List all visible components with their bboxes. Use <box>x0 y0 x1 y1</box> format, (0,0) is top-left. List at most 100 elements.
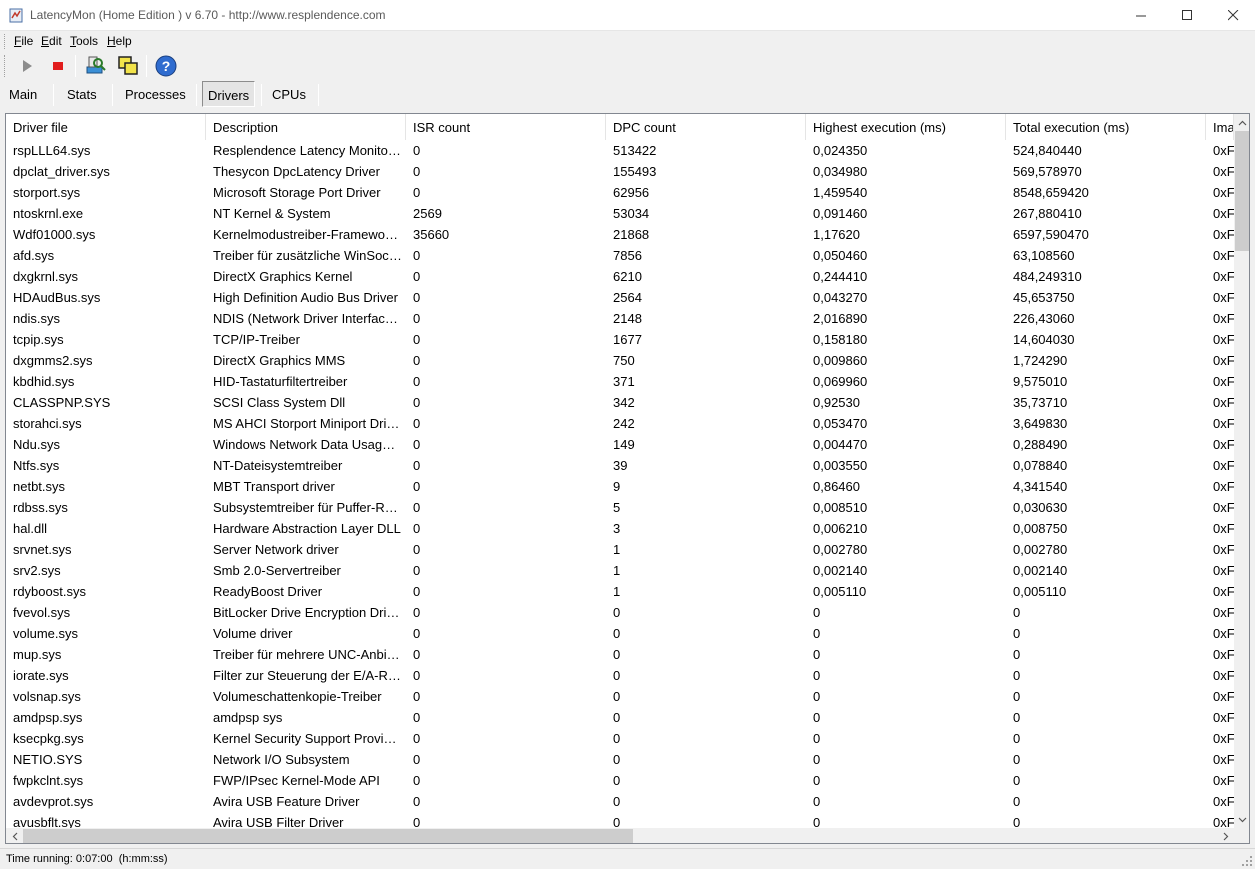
table-row[interactable]: hal.dll Hardware Abstraction Layer DLL 0 3 0… <box>6 518 1234 539</box>
table-row[interactable]: dxgmms2.sys DirectX Graphics MMS 0 750 0,009… <box>6 350 1234 371</box>
help-button[interactable]: ? <box>154 54 178 78</box>
vertical-scrollbar[interactable] <box>1234 114 1249 828</box>
column-header-isr-count[interactable]: ISR count <box>406 114 606 140</box>
dpc-count-cell: 6210 <box>613 269 642 284</box>
driver-file-cell: rdyboost.sys <box>13 584 86 599</box>
table-row[interactable]: ntoskrnl.exe NT Kernel & System 2569 53034 0… <box>6 203 1234 224</box>
driver-file-cell: dpclat_driver.sys <box>13 164 110 179</box>
menu-tools[interactable]: Tools <box>70 34 98 48</box>
description-cell: FWP/IPsec Kernel-Mode API <box>213 773 380 788</box>
scroll-down-button[interactable] <box>1234 811 1249 828</box>
menu-file[interactable]: File <box>14 34 33 48</box>
highest-execution-cell: 0 <box>813 773 821 788</box>
horizontal-scroll-thumb[interactable] <box>23 829 633 843</box>
close-button[interactable] <box>1210 0 1255 31</box>
maximize-button[interactable] <box>1164 0 1210 31</box>
tab-separator <box>261 84 262 106</box>
image-base-cell: 0xF <box>1213 710 1234 725</box>
description-cell: NT-Dateisystemtreiber <box>213 458 343 473</box>
total-execution-cell: 0 <box>1013 710 1021 725</box>
table-row[interactable]: iorate.sys Filter zur Steuerung der E/A-R… <box>6 665 1234 686</box>
table-row[interactable]: afd.sys Treiber für zusätzliche WinSock-F… <box>6 245 1234 266</box>
isr-count-cell: 2569 <box>413 206 442 221</box>
table-row[interactable]: NETIO.SYS Network I/O Subsystem 0 0 0 0 0xF <box>6 749 1234 770</box>
table-row[interactable]: srvnet.sys Server Network driver 0 1 0,00278… <box>6 539 1234 560</box>
total-execution-cell: 35,73710 <box>1013 395 1068 410</box>
tab-processes[interactable]: Processes <box>125 81 186 107</box>
highest-execution-cell: 0,005110 <box>813 584 867 599</box>
tab-main[interactable]: Main <box>9 81 37 107</box>
highest-execution-cell: 0,004470 <box>813 437 868 452</box>
image-base-cell: 0xF <box>1213 437 1234 452</box>
horizontal-scrollbar[interactable] <box>6 828 1234 843</box>
table-row[interactable]: avdevprot.sys Avira USB Feature Driver 0 0 0… <box>6 791 1234 812</box>
table-row[interactable]: tcpip.sys TCP/IP-Treiber 0 1677 0,158180 14,6… <box>6 329 1234 350</box>
highest-execution-cell: 0 <box>813 731 821 746</box>
total-execution-cell: 0,078840 <box>1013 458 1068 473</box>
minimize-button[interactable] <box>1118 0 1164 31</box>
tab-stats[interactable]: Stats <box>67 81 97 107</box>
column-header-highest-execution[interactable]: Highest execution (ms) <box>806 114 1006 140</box>
table-row[interactable]: volsnap.sys Volumeschattenkopie-Treiber 0 0… <box>6 686 1234 707</box>
table-row[interactable]: HDAudBus.sys High Definition Audio Bus Dr… <box>6 287 1234 308</box>
description-cell: MS AHCI Storport Miniport Driver <box>213 416 405 431</box>
table-row[interactable]: CLASSPNP.SYS SCSI Class System Dll 0 342 0,9… <box>6 392 1234 413</box>
highest-execution-cell: 0,92530 <box>813 395 860 410</box>
dpc-count-cell: 9 <box>613 479 621 494</box>
isr-count-cell: 0 <box>413 311 421 326</box>
scroll-left-button[interactable] <box>6 828 23 843</box>
table-row[interactable]: srv2.sys Smb 2.0-Servertreiber 0 1 0,002140 0… <box>6 560 1234 581</box>
toolbar-separator <box>75 55 76 77</box>
description-cell: Subsystemtreiber für Puffer-Redirector <box>213 500 406 515</box>
table-row[interactable]: Ndu.sys Windows Network Data Usage Monito… <box>6 434 1234 455</box>
table-row[interactable]: storport.sys Microsoft Storage Port Drive… <box>6 182 1234 203</box>
start-button[interactable] <box>15 54 39 78</box>
dpc-count-cell: 513422 <box>613 143 657 158</box>
table-row[interactable]: storahci.sys MS AHCI Storport Miniport Dr… <box>6 413 1234 434</box>
table-row[interactable]: fwpkclnt.sys FWP/IPsec Kernel-Mode API 0 0 0… <box>6 770 1234 791</box>
table-row[interactable]: kbdhid.sys HID-Tastaturfiltertreiber 0 371 0… <box>6 371 1234 392</box>
tab-separator <box>53 84 54 106</box>
table-row[interactable]: netbt.sys MBT Transport driver 0 9 0,86460 4,… <box>6 476 1234 497</box>
table-row[interactable]: fvevol.sys BitLocker Drive Encryption Dri… <box>6 602 1234 623</box>
table-row[interactable]: ksecpkg.sys Kernel Security Support Provi… <box>6 728 1234 749</box>
table-row[interactable]: dxgkrnl.sys DirectX Graphics Kernel 0 6210 0… <box>6 266 1234 287</box>
menu-edit[interactable]: Edit <box>41 34 62 48</box>
windows-button[interactable] <box>116 54 140 78</box>
table-row[interactable]: rdyboost.sys ReadyBoost Driver 0 1 0,005110 0… <box>6 581 1234 602</box>
description-cell: High Definition Audio Bus Driver <box>213 290 398 305</box>
column-header-description[interactable]: Description <box>206 114 406 140</box>
table-row[interactable]: Wdf01000.sys Kernelmodustreiber-Framework… <box>6 224 1234 245</box>
highest-execution-cell: 0,002140 <box>813 563 868 578</box>
tab-drivers[interactable]: Drivers <box>202 81 256 107</box>
drivers-list-view[interactable]: Driver file Description ISR count DPC co… <box>5 113 1250 844</box>
table-row[interactable]: volume.sys Volume driver 0 0 0 0 0xF <box>6 623 1234 644</box>
tab-cpus[interactable]: CPUs <box>272 81 306 107</box>
isr-count-cell: 0 <box>413 626 421 641</box>
table-row[interactable]: rdbss.sys Subsystemtreiber für Puffer-Red… <box>6 497 1234 518</box>
column-header-driver-file[interactable]: Driver file <box>6 114 206 140</box>
column-header-dpc-count[interactable]: DPC count <box>606 114 806 140</box>
table-row[interactable]: rspLLL64.sys Resplendence Latency Monitor… <box>6 140 1234 161</box>
total-execution-cell: 226,43060 <box>1013 311 1075 326</box>
stop-button[interactable] <box>46 54 70 78</box>
title-bar: LatencyMon (Home Edition ) v 6.70 - http… <box>0 0 1255 31</box>
menu-help[interactable]: Help <box>107 34 132 48</box>
isr-count-cell: 0 <box>413 752 421 767</box>
column-header-total-execution[interactable]: Total execution (ms) <box>1006 114 1206 140</box>
table-row[interactable]: Ntfs.sys NT-Dateisystemtreiber 0 39 0,003550… <box>6 455 1234 476</box>
scroll-up-button[interactable] <box>1234 114 1249 131</box>
isr-count-cell: 0 <box>413 416 421 431</box>
resize-grip-icon[interactable] <box>1241 855 1253 867</box>
table-row[interactable]: mup.sys Treiber für mehrere UNC-Anbieter 0… <box>6 644 1234 665</box>
total-execution-cell: 0 <box>1013 773 1021 788</box>
driver-scan-button[interactable] <box>83 54 107 78</box>
driver-file-cell: HDAudBus.sys <box>13 290 101 305</box>
vertical-scroll-thumb[interactable] <box>1235 131 1249 251</box>
column-header-image-base[interactable]: Ima <box>1206 114 1234 140</box>
minimize-icon <box>1135 15 1146 17</box>
scroll-right-button[interactable] <box>1217 828 1234 843</box>
table-row[interactable]: dpclat_driver.sys Thesycon DpcLatency Dri… <box>6 161 1234 182</box>
table-row[interactable]: ndis.sys NDIS (Network Driver Interface S… <box>6 308 1234 329</box>
table-row[interactable]: amdpsp.sys amdpsp sys 0 0 0 0 0xF <box>6 707 1234 728</box>
